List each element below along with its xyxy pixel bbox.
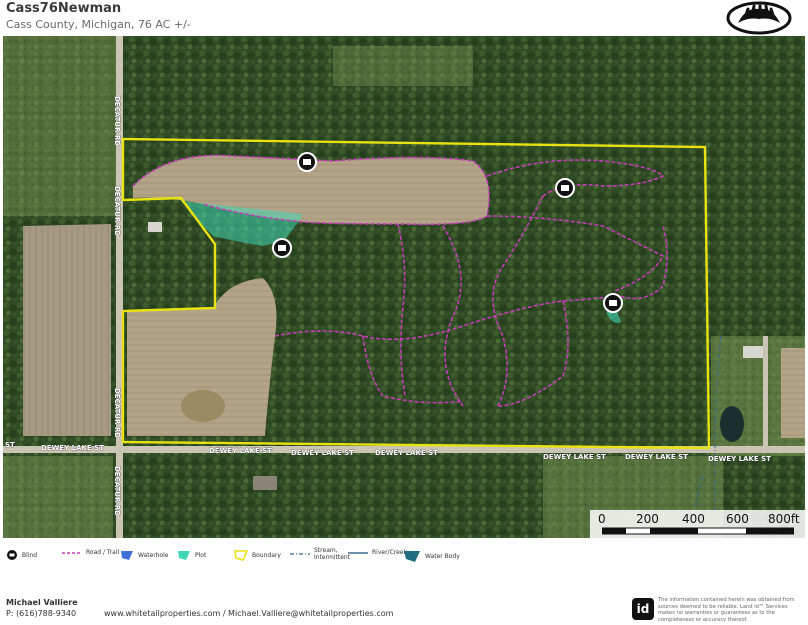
legend-item-trail: Road / Trail <box>62 549 119 556</box>
legend-item-water-body: Water Body <box>403 549 460 563</box>
road-label-dewey-4: DEWEY LAKE ST <box>375 449 438 457</box>
stream-intermittent-icon <box>290 553 310 555</box>
open-land-n <box>333 46 473 86</box>
blind-marker-1[interactable] <box>297 152 317 172</box>
disclaimer-text: The information contained herein was obt… <box>658 597 795 623</box>
agent-website-email[interactable]: www.whitetailproperties.com / Michael.Va… <box>104 609 393 618</box>
east-pond <box>720 406 744 442</box>
whitetail-logo-icon <box>726 1 792 35</box>
agent-phone[interactable]: P: (616)788-9340 <box>6 609 76 618</box>
open-land-nw <box>3 36 123 216</box>
land-id-logo-icon: id <box>632 598 654 620</box>
legend-item-boundary: Boundary <box>234 549 281 561</box>
legend-item-river: River/Creek <box>348 549 407 556</box>
boundary-icon <box>234 550 248 561</box>
aerial-map[interactable]: DECATUR RD DECATUR RD DECATUR RD DECATUR… <box>3 36 805 538</box>
scale-tick-0: 0 <box>598 512 606 526</box>
road-label-dewey-short: ST <box>5 441 15 449</box>
scale-tick-600: 600 <box>726 512 749 526</box>
agent-name: Michael Valliere <box>6 598 78 607</box>
map-legend: Blind Road / Trail Waterhole Plot Bounda… <box>0 544 808 566</box>
legend-item-waterhole: Waterhole <box>120 549 168 561</box>
road-label-dewey-1: DEWEY LAKE ST <box>41 444 104 452</box>
house-east <box>743 346 763 358</box>
blind-marker-2[interactable] <box>555 178 575 198</box>
road-label-decatur-2: DECATUR RD <box>113 186 121 236</box>
scale-tick-400: 400 <box>682 512 705 526</box>
water-body-icon <box>404 551 420 562</box>
map-subtitle: Cass County, Michigan, 76 AC +/- <box>6 18 191 31</box>
trail-line-icon <box>62 551 82 554</box>
road-label-dewey-3: DEWEY LAKE ST <box>291 449 354 457</box>
road-label-dewey-7: DEWEY LAKE ST <box>708 455 771 463</box>
road-label-dewey-5: DEWEY LAKE ST <box>543 453 606 461</box>
blind-icon <box>7 550 17 560</box>
road-label-dewey-6: DEWEY LAKE ST <box>625 453 688 461</box>
crop-field-east <box>781 348 805 438</box>
legend-item-blind: Blind <box>6 549 37 561</box>
house-west <box>148 222 162 232</box>
scale-tick-800ft: 800ft <box>768 512 800 526</box>
road-label-decatur-1: DECATUR RD <box>113 96 121 146</box>
open-land-sw <box>3 456 113 538</box>
river-creek-icon <box>348 551 368 554</box>
road-label-dewey-2: DEWEY LAKE ST <box>209 447 272 455</box>
legend-item-plot: Plot <box>177 549 206 561</box>
road-label-decatur-4: DECATUR RD <box>113 466 121 516</box>
scale-bar: 0 200 400 600 800ft <box>590 510 805 538</box>
plot-icon <box>178 551 190 560</box>
crop-field-west <box>23 224 111 436</box>
scale-tick-200: 200 <box>636 512 659 526</box>
scale-ruler <box>602 527 794 535</box>
east-driveway <box>763 336 768 448</box>
house-south <box>253 476 277 490</box>
blind-marker-4[interactable] <box>603 293 623 313</box>
legend-item-stream: Stream, Intermittent <box>290 547 354 561</box>
road-label-decatur-3: DECATUR RD <box>113 388 121 438</box>
waterhole-icon <box>121 551 133 560</box>
map-title: Cass76Newman <box>6 1 122 16</box>
field-pond <box>181 390 225 422</box>
blind-marker-3[interactable] <box>272 238 292 258</box>
